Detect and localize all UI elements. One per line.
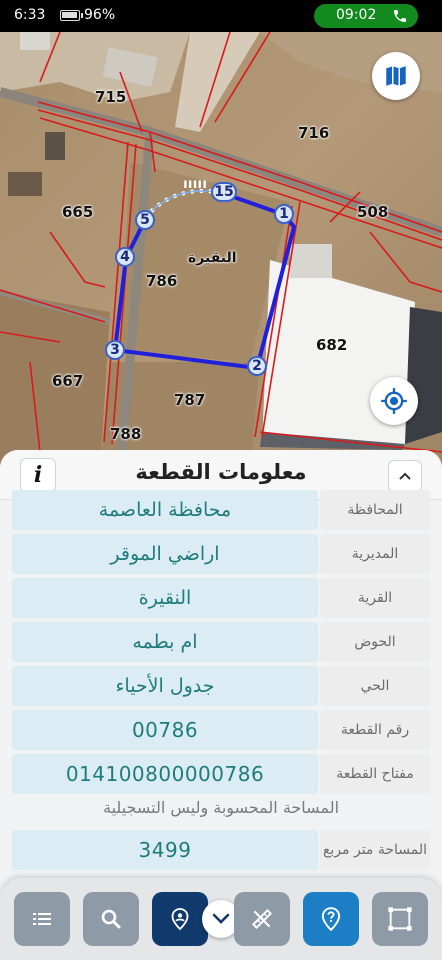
parcel-label-786: 786 <box>146 272 178 290</box>
measure-tool-icon <box>251 908 273 930</box>
detail-row-parcel-key: 014100800000786 مفتاح القطعة <box>12 754 430 794</box>
panel-title: معلومات القطعة <box>135 460 307 484</box>
help-button[interactable] <box>303 892 359 946</box>
draw-polygon-button[interactable] <box>372 892 428 946</box>
call-duration: 09:02 <box>336 7 377 23</box>
polygon-icon <box>388 907 412 931</box>
battery-level: 96% <box>84 7 116 23</box>
my-location-pin-button[interactable] <box>152 892 208 946</box>
detail-label: المساحة متر مربع <box>320 830 430 870</box>
detail-label: المحافظة <box>320 490 430 530</box>
village-label: النقيرة <box>188 250 237 266</box>
detail-label: الحوض <box>320 622 430 662</box>
list-button[interactable] <box>14 892 70 946</box>
vertex-marker-3[interactable]: 3 <box>105 340 125 360</box>
detail-value: 014100800000786 <box>12 754 318 794</box>
measure-tool-button[interactable] <box>234 892 290 946</box>
detail-row-governorate: محافظة العاصمة المحافظة <box>12 490 430 530</box>
vertex-marker-2[interactable]: 2 <box>247 356 267 376</box>
detail-value: ام بطمه <box>12 622 318 662</box>
vertex-marker-4[interactable]: 4 <box>115 247 135 267</box>
map-layers-button[interactable] <box>372 52 420 100</box>
search-icon <box>101 909 121 929</box>
search-button[interactable] <box>83 892 139 946</box>
vertex-marker-5[interactable]: 5 <box>135 210 155 230</box>
detail-label: المديرية <box>320 534 430 574</box>
detail-row-directorate: اراضي الموقر المديرية <box>12 534 430 574</box>
parcel-label-716: 716 <box>298 124 330 142</box>
battery-icon <box>60 10 83 21</box>
parcel-label-667: 667 <box>52 372 84 390</box>
detail-value: جدول الأحياء <box>12 666 318 706</box>
detail-label: مفتاح القطعة <box>320 754 430 794</box>
detail-value: اراضي الموقر <box>12 534 318 574</box>
parcel-label-665: 665 <box>62 203 94 221</box>
detail-row-neighborhood: جدول الأحياء الحي <box>12 666 430 706</box>
phone-icon <box>394 10 406 22</box>
detail-label: القرية <box>320 578 430 618</box>
detail-value: محافظة العاصمة <box>12 490 318 530</box>
status-time: 6:33 <box>14 7 46 23</box>
detail-row-parcel-number: 00786 رقم القطعة <box>12 710 430 750</box>
map-layers-icon <box>386 66 406 86</box>
detail-value: النقيرة <box>12 578 318 618</box>
chevron-up-icon <box>399 472 411 480</box>
parcel-label-788: 788 <box>110 425 142 443</box>
location-pin-icon <box>171 908 189 931</box>
detail-value: 3499 <box>12 830 318 870</box>
parcel-map[interactable]: 715 716 665 508 786 النقيرة 682 667 787 … <box>0 32 442 472</box>
parcel-label-787: 787 <box>174 391 206 409</box>
locate-me-button[interactable] <box>370 377 418 425</box>
area-note: المساحة المحسوبة وليس التسجيلية <box>102 798 340 817</box>
bottom-toolbar <box>0 878 442 960</box>
collapse-panel-button[interactable] <box>388 460 422 492</box>
detail-value: 00786 <box>12 710 318 750</box>
detail-label: رقم القطعة <box>320 710 430 750</box>
help-icon <box>321 907 341 932</box>
ongoing-call-pill[interactable]: 09:02 <box>314 4 418 28</box>
detail-row-village: النقيرة القرية <box>12 578 430 618</box>
detail-row-basin: ام بطمه الحوض <box>12 622 430 662</box>
status-bar: 6:33 96% 09:02 <box>0 0 442 32</box>
vertex-marker-1[interactable]: 1 <box>274 204 294 224</box>
parcel-label-508: 508 <box>357 203 389 221</box>
locate-icon <box>381 388 407 414</box>
vertex-marker-15[interactable]: 15 <box>211 182 237 202</box>
detail-label: الحي <box>320 666 430 706</box>
chevron-down-icon <box>212 913 230 924</box>
vertex-arc-marks: ווווו <box>183 176 208 192</box>
detail-row-area: 3499 المساحة متر مربع <box>12 830 430 870</box>
parcel-label-715: 715 <box>95 88 127 106</box>
list-icon <box>33 913 51 925</box>
parcel-label-682: 682 <box>316 336 348 354</box>
